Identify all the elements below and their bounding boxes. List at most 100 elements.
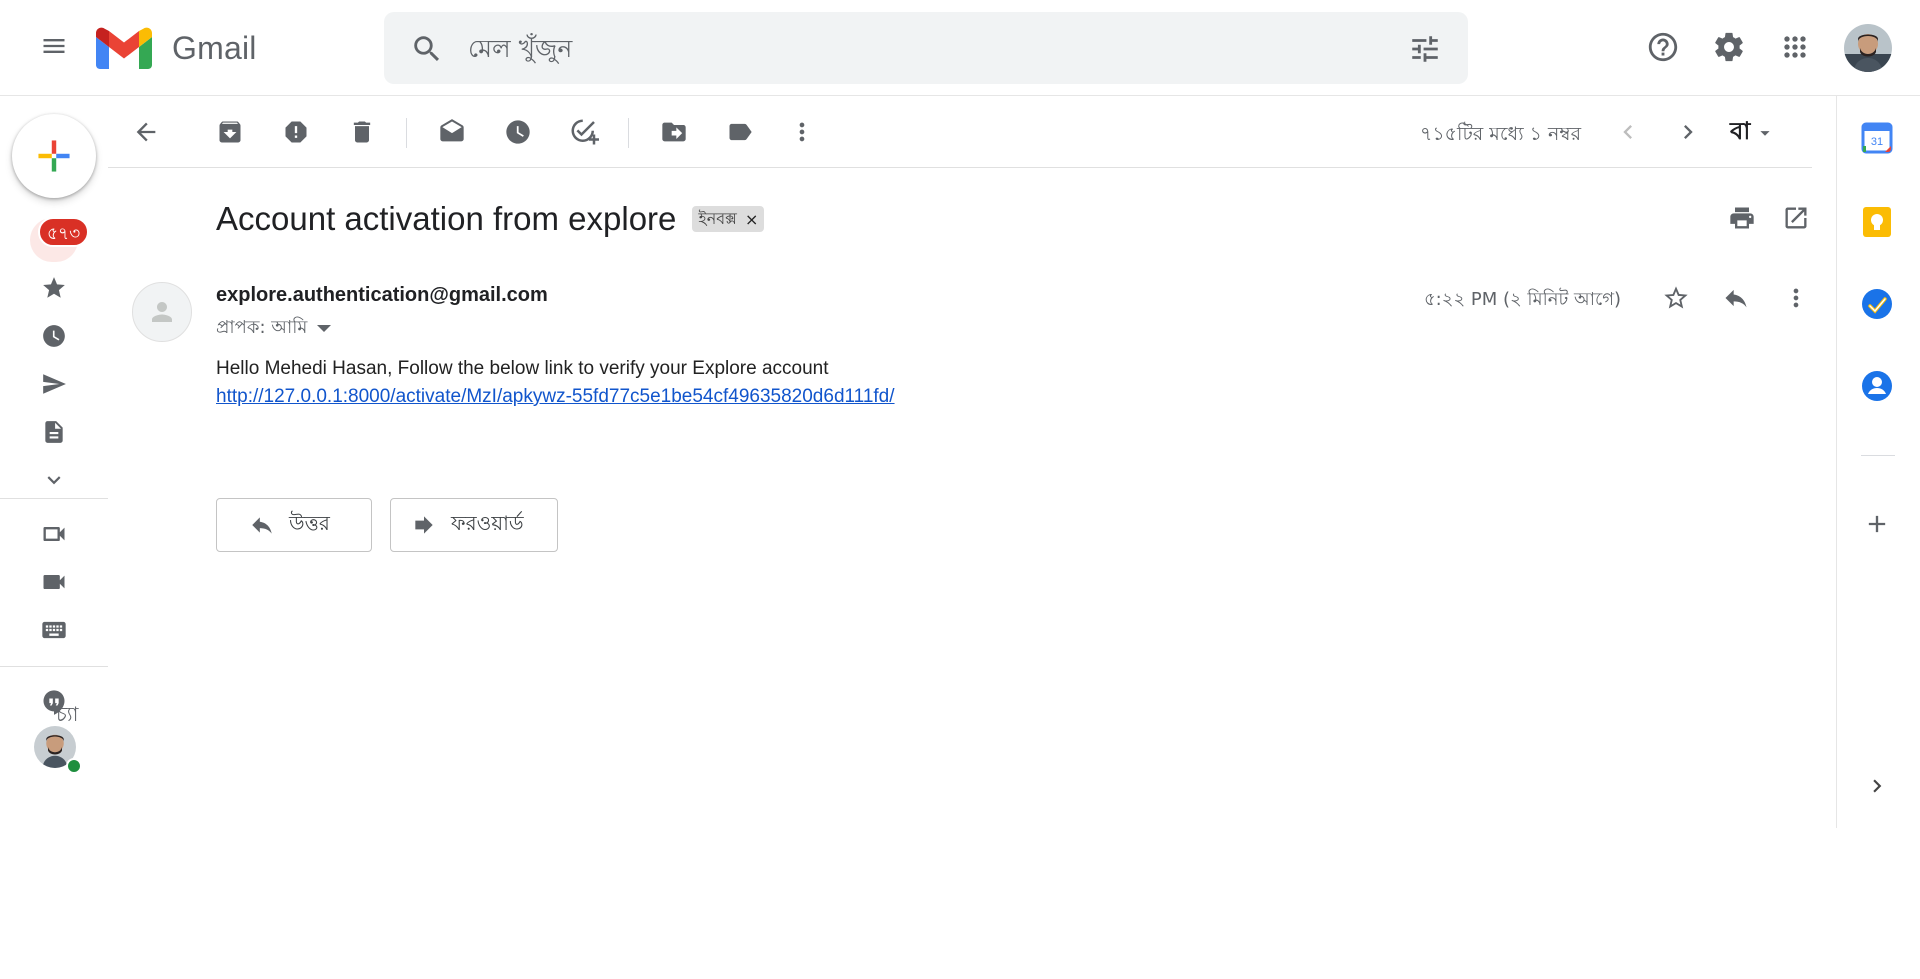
user-photo-icon	[1844, 24, 1892, 72]
gmail-m-icon	[96, 27, 152, 69]
tasks-app-button[interactable]	[1855, 282, 1899, 326]
account-avatar[interactable]	[1844, 24, 1892, 72]
print-icon	[1730, 207, 1754, 229]
remove-label-button[interactable]: ×	[745, 210, 758, 229]
back-to-inbox-button[interactable]	[126, 112, 166, 152]
search-bar	[384, 12, 1468, 84]
person-icon	[152, 302, 172, 322]
support-button[interactable]	[1640, 24, 1686, 70]
pagination-count: ৭১৫টির মধ্যে ১ নম্বর	[1420, 123, 1582, 145]
top-header: Gmail	[0, 0, 1920, 96]
forward-arrow-icon	[415, 516, 433, 534]
settings-button[interactable]	[1706, 24, 1752, 70]
nav-sent[interactable]	[30, 362, 78, 406]
recipient-details[interactable]: প্রাপক: আমি	[216, 313, 332, 344]
reply-button[interactable]: উত্তর	[216, 498, 372, 552]
more-vert-icon	[799, 122, 805, 142]
caret-down-icon[interactable]	[317, 325, 332, 332]
keep-app-button[interactable]	[1855, 200, 1899, 244]
keep-bulb-icon	[1863, 207, 1891, 237]
plus-icon	[1868, 515, 1886, 533]
hide-side-panel-button[interactable]	[1855, 764, 1899, 808]
gear-icon	[1715, 32, 1743, 62]
message-toolbar: ৭১৫টির মধ্যে ১ নম্বর বা	[108, 96, 1812, 168]
video-outline-icon	[43, 527, 65, 541]
labels-button[interactable]	[720, 112, 760, 152]
more-actions-button[interactable]	[782, 112, 822, 152]
rail-divider	[0, 498, 108, 499]
message-time: ৫:২২ PM (২ মিনিট আগে)	[1424, 289, 1622, 310]
chevron-right-icon	[1873, 779, 1882, 793]
older-message-button[interactable]	[1668, 112, 1708, 152]
nav-drafts[interactable]	[30, 410, 78, 454]
main-menu-button[interactable]	[30, 22, 78, 70]
get-addons-button[interactable]	[1855, 502, 1899, 546]
email-subject: Account activation from explore	[216, 200, 677, 237]
contacts-app-button[interactable]	[1855, 364, 1899, 408]
more-vert-icon	[1793, 288, 1799, 308]
calendar-icon: 31	[1861, 122, 1893, 154]
search-input[interactable]	[468, 26, 1368, 70]
nav-new-meeting[interactable]	[30, 512, 78, 556]
print-all-button[interactable]	[1722, 198, 1762, 238]
nav-starred[interactable]	[30, 266, 78, 310]
add-task-icon	[571, 119, 599, 145]
search-options-icon[interactable]	[1408, 32, 1442, 66]
nav-more[interactable]	[30, 458, 78, 502]
calendar-day-text: 31	[1871, 136, 1883, 148]
star-outline-icon	[1664, 286, 1688, 309]
message-more-button[interactable]	[1776, 278, 1816, 318]
calendar-app-button[interactable]: 31	[1855, 116, 1899, 160]
sender-email: explore.authentication@gmail.com	[216, 284, 548, 306]
apps-grid-icon	[1784, 36, 1806, 58]
reply-quick-button[interactable]	[1716, 278, 1756, 318]
delete-button[interactable]	[342, 112, 382, 152]
newer-message-button[interactable]	[1608, 112, 1648, 152]
activation-link[interactable]: http://127.0.0.1:8000/activate/MzI/apkyw…	[216, 386, 895, 408]
move-to-button[interactable]	[654, 112, 694, 152]
archive-button[interactable]	[210, 112, 250, 152]
help-icon	[1648, 32, 1678, 62]
gmail-logo[interactable]: Gmail	[96, 26, 257, 70]
chevron-left-icon	[1623, 125, 1632, 139]
forward-button[interactable]: ফরওয়ার্ড	[390, 498, 558, 552]
star-message-button[interactable]	[1656, 278, 1696, 318]
mark-unread-button[interactable]	[432, 112, 472, 152]
inbox-label-chip[interactable]: ইনবক্স ×	[692, 206, 765, 232]
forward-button-label: ফরওয়ার্ড	[451, 510, 524, 535]
keyboard-icon	[42, 621, 66, 639]
google-apps-button[interactable]	[1772, 24, 1818, 70]
left-nav-rail: ৫৭৩	[0, 96, 108, 979]
reply-icon	[1725, 289, 1747, 308]
chevron-down-icon	[47, 476, 61, 485]
open-new-window-button[interactable]	[1776, 198, 1816, 238]
compose-button[interactable]	[12, 114, 96, 198]
draft-file-icon	[45, 421, 63, 443]
report-spam-button[interactable]	[276, 112, 316, 152]
input-tools-button[interactable]: বা	[1730, 114, 1776, 152]
recipient-label: প্রাপক: আমি	[216, 317, 308, 338]
side-panel: 31	[1836, 96, 1920, 828]
label-tag-icon	[729, 123, 752, 141]
nav-snoozed[interactable]	[30, 314, 78, 358]
add-to-tasks-button[interactable]	[564, 112, 604, 152]
email-body-text: Hello Mehedi Hasan, Follow the below lin…	[216, 358, 829, 379]
chat-label: চ্যা	[56, 702, 79, 726]
hamburger-menu-icon	[43, 39, 65, 53]
search-icon[interactable]	[410, 32, 444, 66]
snooze-button[interactable]	[498, 112, 538, 152]
tasks-check-icon	[1862, 289, 1892, 319]
archive-icon	[219, 121, 241, 143]
clock-icon	[43, 325, 65, 347]
spam-alert-icon	[285, 121, 307, 143]
rail-divider	[0, 666, 108, 667]
mark-email-unread-icon	[440, 119, 464, 142]
input-language-label: বা	[1730, 117, 1751, 145]
nav-my-meetings[interactable]	[30, 560, 78, 604]
nav-join-meeting[interactable]	[30, 608, 78, 652]
subject-row: Account activation from explore ইনবক্স ×	[216, 196, 765, 242]
contacts-person-icon	[1862, 371, 1892, 401]
reply-button-label: উত্তর	[289, 510, 330, 535]
open-in-new-icon	[1785, 207, 1807, 229]
side-panel-divider	[1861, 455, 1895, 456]
